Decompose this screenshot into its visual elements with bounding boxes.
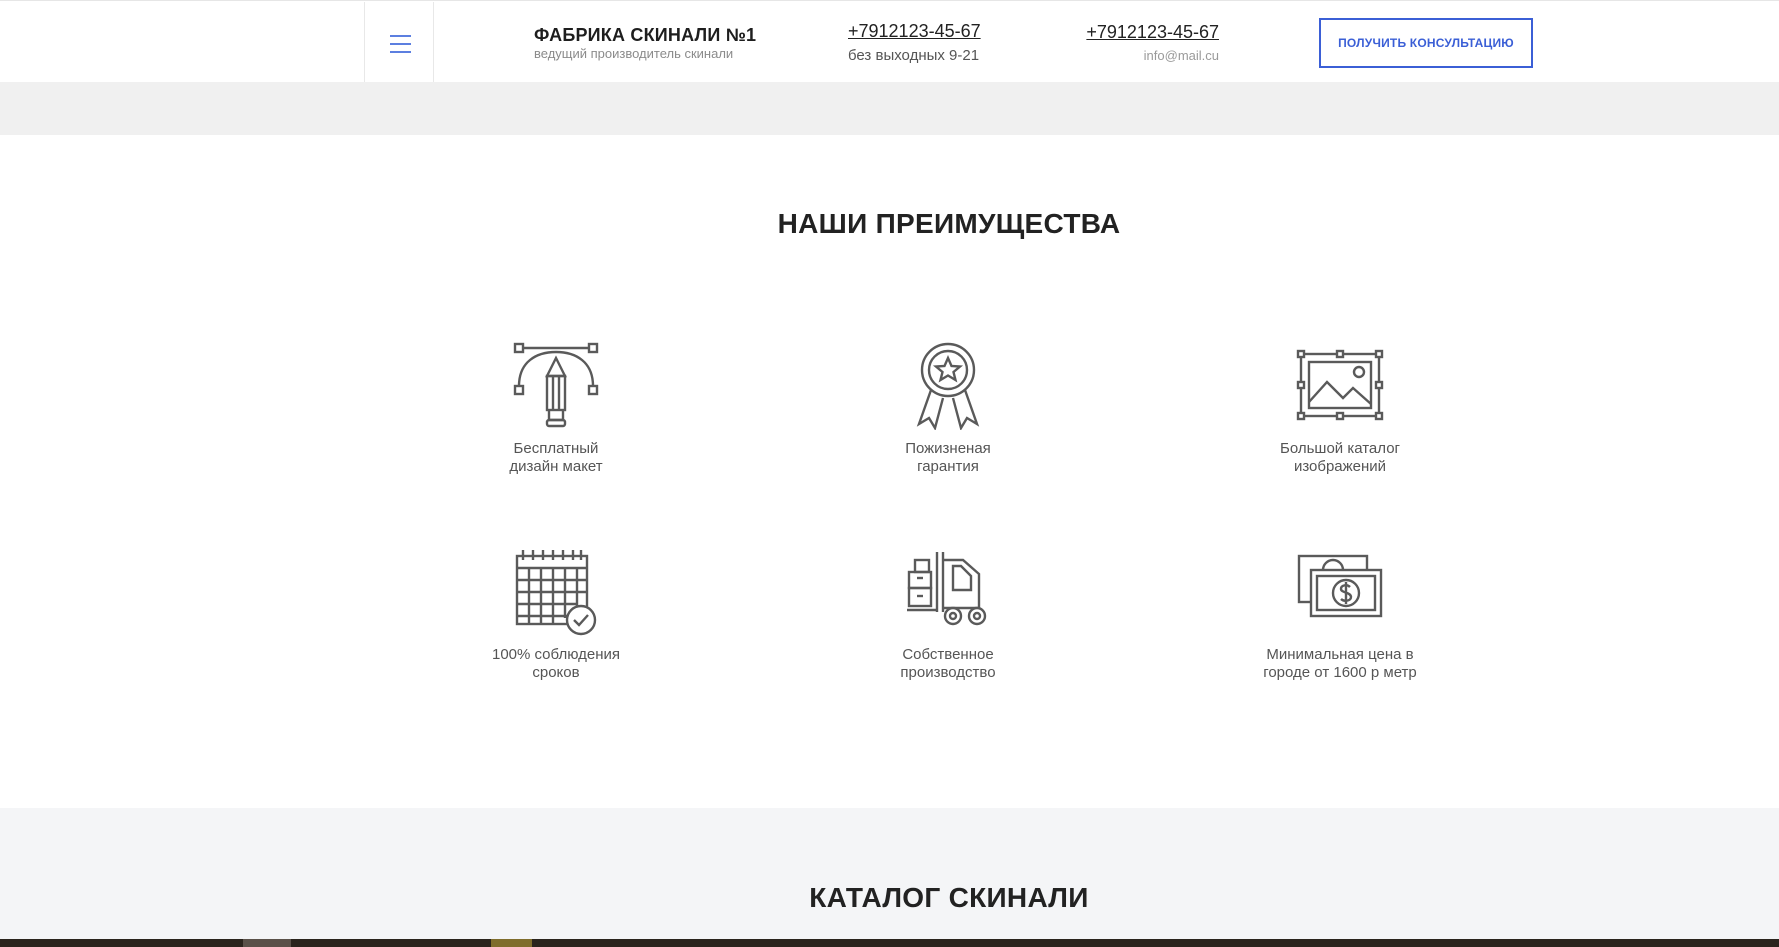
header-spacer — [0, 82, 1779, 135]
forklift-icon — [907, 552, 987, 626]
get-consultation-button[interactable]: ПОЛУЧИТЬ КОНСУЛЬТАЦИЮ — [1319, 18, 1533, 68]
phone-link-primary[interactable]: +7912123-45-67 — [848, 21, 981, 42]
hamburger-icon-bar — [390, 51, 411, 53]
brand-title: ФАБРИКА СКИНАЛИ №1 — [534, 25, 757, 45]
advantage-label: Большой каталог изображений — [1279, 440, 1401, 475]
calendar-check-icon — [515, 550, 597, 636]
advantage-label: Бесплатный дизайн макет — [509, 440, 603, 475]
brand-subtitle: ведущий производитель скинали — [534, 46, 734, 61]
advantage-item: 100% соблюдения сроков — [426, 546, 686, 682]
advantage-label: Пожизненая гарантия — [905, 440, 991, 475]
advantages-title: НАШИ ПРЕИМУЩЕСТВА — [777, 208, 1121, 239]
advantage-label: Собственное производство — [900, 646, 996, 681]
award-medal-icon — [916, 342, 980, 430]
advantage-item: Минимальная цена в городе от 1600 р метр — [1210, 546, 1470, 682]
phone-link-secondary[interactable]: +7912123-45-67 — [1086, 22, 1219, 43]
site-header: ФАБРИКА СКИНАЛИ №1 ведущий производитель… — [0, 0, 1779, 83]
advantage-label: 100% соблюдения сроков — [491, 646, 620, 681]
image-gallery-icon — [1296, 349, 1384, 421]
catalog-image-edge[interactable] — [491, 939, 532, 947]
advantage-item: Большой каталог изображений — [1210, 340, 1470, 476]
money-icon — [1297, 554, 1383, 618]
advantage-item: Пожизненая гарантия — [818, 340, 1078, 476]
catalog-section — [0, 808, 1779, 939]
email-link[interactable]: info@mail.cu — [1144, 48, 1219, 63]
hamburger-icon — [390, 35, 411, 37]
working-hours: без выходных 9-21 — [848, 47, 980, 64]
catalog-title: КАТАЛОГ СКИНАЛИ — [809, 882, 1089, 913]
pencil-vector-icon — [513, 342, 599, 428]
catalog-images-strip — [0, 939, 1779, 947]
advantage-item: Собственное производство — [818, 546, 1078, 682]
advantage-item: Бесплатный дизайн макет — [426, 340, 686, 476]
advantage-label: Минимальная цена в городе от 1600 р метр — [1263, 646, 1417, 681]
catalog-image-edge[interactable] — [243, 939, 291, 947]
hamburger-icon-bar — [390, 43, 411, 45]
menu-button[interactable] — [364, 2, 434, 83]
